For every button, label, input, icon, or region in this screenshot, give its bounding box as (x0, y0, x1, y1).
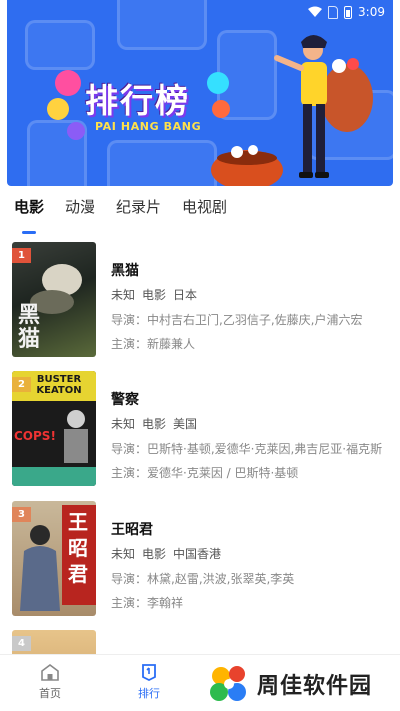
movie-poster: 王昭君 3 (12, 501, 96, 616)
wifi-icon (308, 6, 323, 17)
banner-illustration (211, 35, 373, 186)
banner-subtitle: PAI HANG BANG (95, 120, 202, 133)
home-icon (41, 664, 59, 681)
movie-director: 导演：中村吉右卫门,乙羽信子,佐藤庆,户浦六宏 (111, 313, 363, 327)
watermark: 周佳软件园 (207, 664, 397, 704)
tab-tv-series[interactable]: 电视剧 (182, 196, 227, 226)
movie-poster: 黑猫 1 (12, 242, 96, 357)
battery-icon (344, 5, 353, 19)
movie-cast: 主演：新藤兼人 (111, 337, 196, 351)
movie-director: 导演：林黛,赵雷,洪波,张翠英,李英 (111, 572, 295, 586)
movie-cast: 主演：李翰祥 (111, 596, 184, 610)
nav-home[interactable]: 首页 (20, 663, 80, 701)
tab-documentary[interactable]: 纪录片 (116, 196, 161, 226)
list-item[interactable]: 王昭君 3 王昭君 未知 电影 中国香港 导演：林黛,赵雷,洪波,张翠英,李英 主演… (12, 501, 392, 616)
rank-badge: 2 (12, 377, 31, 392)
watermark-text: 周佳软件园 (257, 674, 373, 699)
watermark-logo (210, 666, 246, 701)
rank-badge: 4 (12, 636, 31, 651)
list-item[interactable]: 4 (12, 630, 392, 655)
movie-tags: 未知 电影 美国 (111, 417, 198, 431)
poster-title: BUSTER KEATON (36, 374, 82, 396)
movie-title: 警察 (111, 392, 139, 408)
list-item[interactable]: 黑猫 1 黑猫 未知 电影 日本 导演：中村吉右卫门,乙羽信子,佐藤庆,户浦六宏 主… (12, 242, 392, 357)
movie-cast: 主演：爱德华·克莱因 / 巴斯特·基顿 (111, 466, 299, 480)
status-bar: 3:09 (308, 0, 385, 24)
movie-tags: 未知 电影 中国香港 (111, 547, 222, 561)
rank-banner: 排行榜 PAI HANG BANG 3:09 (7, 0, 393, 186)
rank-badge: 1 (12, 248, 31, 263)
rank-badge: 3 (12, 507, 31, 522)
tab-anime[interactable]: 动漫 (65, 196, 95, 226)
movie-tags: 未知 电影 日本 (111, 288, 198, 302)
poster-title: 黑猫 (18, 303, 41, 352)
nav-rank[interactable]: 排行 (119, 663, 179, 701)
rank-icon (142, 664, 156, 681)
movie-title: 王昭君 (111, 522, 153, 538)
nav-home-label: 首页 (39, 687, 61, 700)
movie-poster: 4 (12, 630, 96, 655)
poster-title: 王昭君 (68, 510, 88, 586)
category-tabs: 电影 动漫 纪录片 电视剧 (14, 196, 248, 234)
movie-title: 黑猫 (111, 263, 139, 279)
tab-movie[interactable]: 电影 (14, 196, 44, 234)
status-time: 3:09 (358, 5, 385, 19)
banner-title: 排行榜 (85, 81, 190, 120)
movie-poster: BUSTER KEATON COPS! 2 (12, 371, 96, 486)
movie-director: 导演：巴斯特·基顿,爱德华·克莱因,弗吉尼亚·福克斯 (111, 442, 383, 456)
list-item[interactable]: BUSTER KEATON COPS! 2 警察 未知 电影 美国 导演：巴斯特·基… (12, 371, 392, 486)
sim-icon (328, 5, 339, 19)
nav-rank-label: 排行 (138, 687, 160, 700)
